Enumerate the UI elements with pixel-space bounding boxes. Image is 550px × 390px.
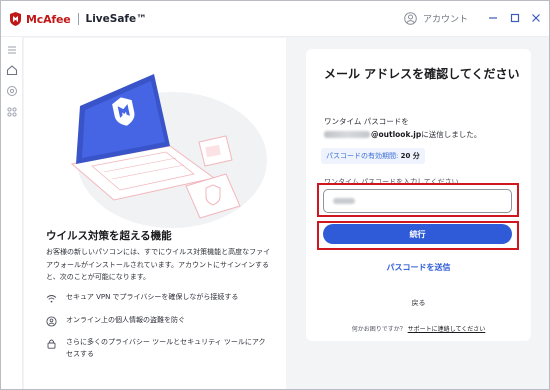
feature-text-identity: オンライン上の個人情報の盗難を防ぐ xyxy=(66,316,185,324)
brand-name: McAfee xyxy=(26,12,71,26)
passcode-input-label: ワンタイム パスコードを入力してください xyxy=(324,178,459,186)
wifi-icon xyxy=(46,295,57,303)
help-prefix: 何かお困りですか？ xyxy=(351,326,408,333)
maximize-icon[interactable] xyxy=(510,13,520,23)
email-domain: @outlook.jp xyxy=(371,130,422,139)
email-redacted xyxy=(324,131,370,138)
email-suffix: に送信しました。 xyxy=(421,130,482,139)
code-sent-label: ワンタイム パスコードを xyxy=(324,117,409,126)
resend-passcode-link[interactable]: パスコードを送信 xyxy=(306,262,531,273)
mcafee-shield-icon xyxy=(10,12,21,26)
app-window: McAfee LiveSafe™ アカウント ウイルス対策を超える機能 お客様の… xyxy=(0,0,550,390)
continue-button[interactable]: 続行 xyxy=(323,224,512,244)
minimize-icon[interactable] xyxy=(488,13,498,23)
expiry-badge: パスコードの有効期間: 20 分 xyxy=(321,148,425,164)
product-name: LiveSafe™ xyxy=(85,13,147,25)
feature-text-privacy: さらに多くのプライバシー ツールとセキュリティ ツールにアクセスする xyxy=(66,338,266,358)
verify-email-card: メール アドレスを確認してください ワンタイム パスコードを @outlook.… xyxy=(306,49,531,341)
mcafee-logo: McAfee LiveSafe™ xyxy=(9,12,147,26)
help-text: 何かお困りですか？ サポートに連絡してください xyxy=(306,324,531,333)
passcode-redacted xyxy=(333,198,355,204)
close-icon[interactable] xyxy=(531,13,541,23)
feature-title: ウイルス対策を超える機能 xyxy=(46,230,172,242)
identity-icon xyxy=(46,316,57,327)
support-link[interactable]: サポートに連絡してください xyxy=(408,326,486,333)
email-line: @outlook.jp に送信しました。 xyxy=(324,129,481,140)
lock-icon xyxy=(47,339,56,349)
security-icon[interactable] xyxy=(6,85,18,97)
card-title: メール アドレスを確認してください xyxy=(324,67,520,81)
menu-icon[interactable] xyxy=(6,44,18,56)
expiry-value: 20 分 xyxy=(400,152,420,160)
apps-icon[interactable] xyxy=(6,106,18,118)
feature-description: お客様の新しいパソコンには、すでにウイルス対策機能と高度なファイアウォールがイン… xyxy=(46,248,271,281)
home-icon[interactable] xyxy=(6,64,18,76)
feature-panel: ウイルス対策を超える機能 お客様の新しいパソコンには、すでにウイルス対策機能と高… xyxy=(24,38,286,389)
expiry-label: パスコードの有効期間: xyxy=(326,152,401,160)
back-link[interactable]: 戻る xyxy=(306,298,531,308)
account-icon xyxy=(404,12,417,25)
account-button[interactable]: アカウント xyxy=(404,12,468,25)
title-bar: McAfee LiveSafe™ アカウント xyxy=(1,1,549,37)
laptop-illustration xyxy=(70,74,267,228)
account-label: アカウント xyxy=(423,15,469,25)
feature-text-vpn: セキュア VPN でプライバシーを確保しながら接続する xyxy=(66,293,239,301)
title-divider xyxy=(77,13,79,25)
feature-item-vpn: セキュア VPN でプライバシーを確保しながら接続する xyxy=(46,292,266,304)
feature-item-identity: オンライン上の個人情報の盗難を防ぐ xyxy=(46,315,266,327)
sidebar xyxy=(1,37,23,389)
feature-item-privacy: さらに多くのプライバシー ツールとセキュリティ ツールにアクセスする xyxy=(46,337,266,360)
